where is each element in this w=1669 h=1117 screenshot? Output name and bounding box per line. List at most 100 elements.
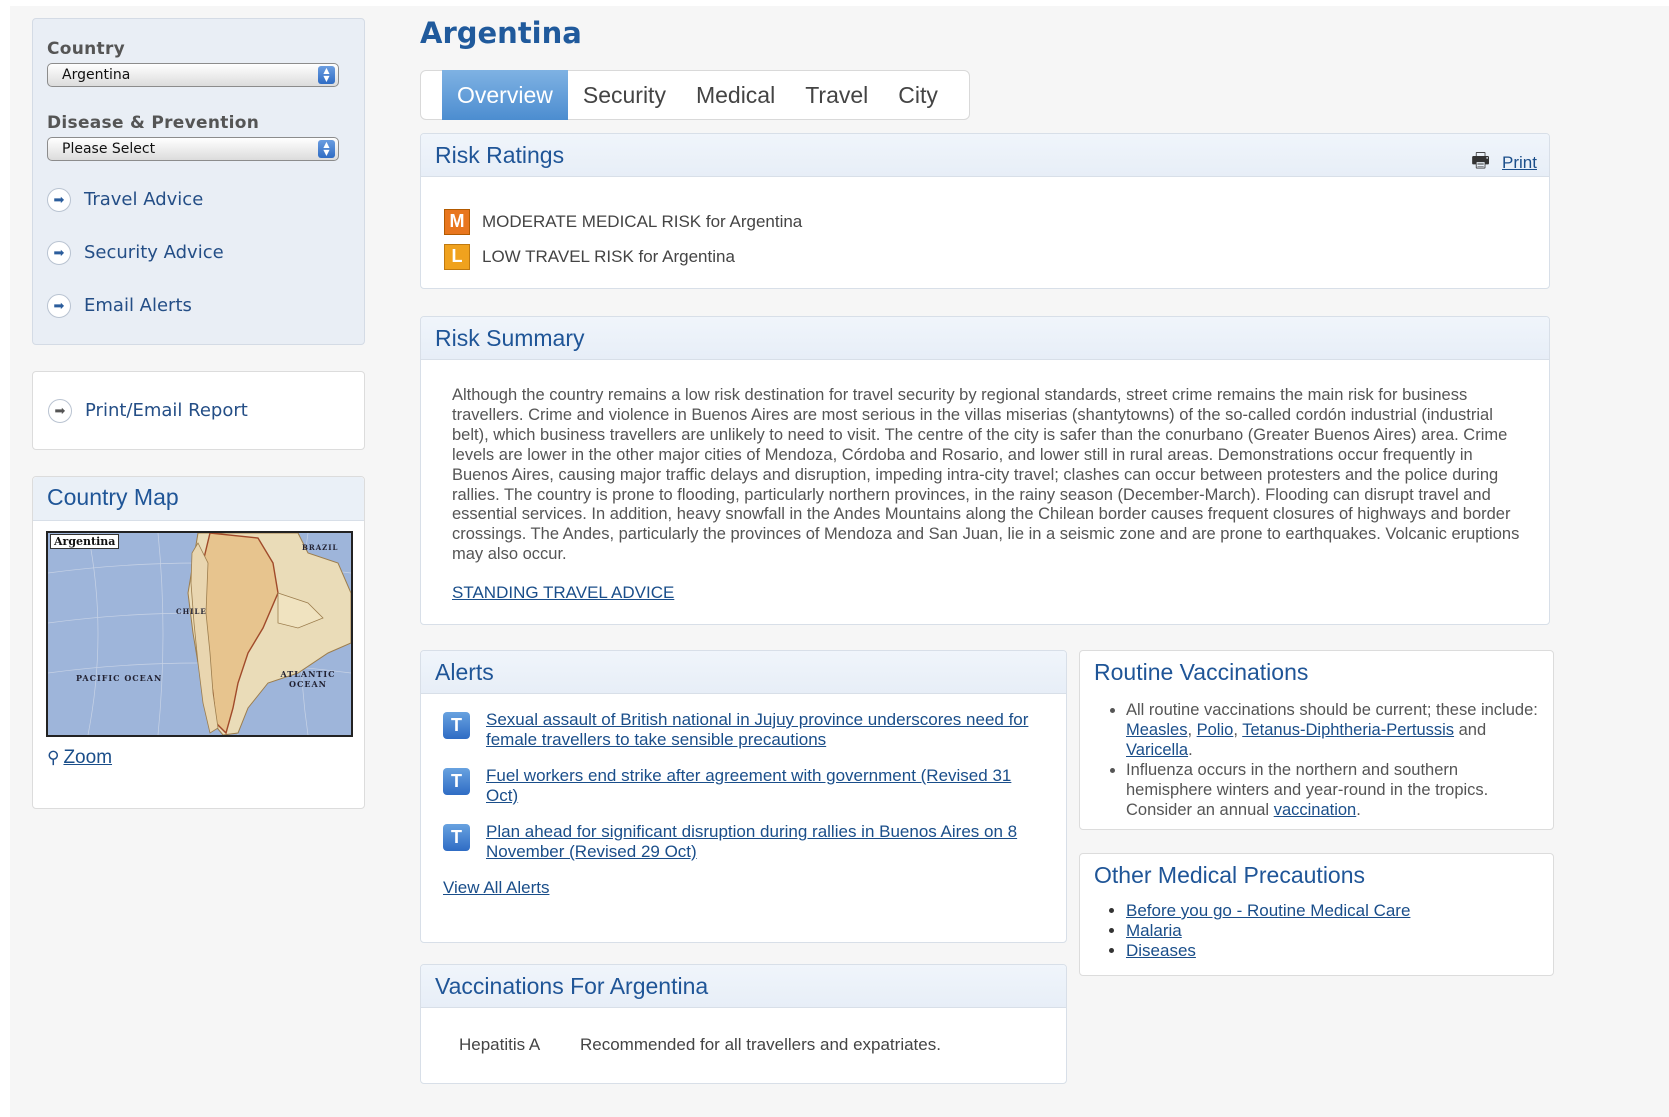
alerts-panel: Alerts T Sexual assault of British natio… xyxy=(420,650,1067,943)
risk-ratings-title: Risk Ratings xyxy=(435,142,565,168)
risk-summary-title: Risk Summary xyxy=(421,317,1549,360)
map-label-atlantic: ATLANTIC OCEAN xyxy=(280,669,336,689)
risk-list: M MODERATE MEDICAL RISK for Argentina L … xyxy=(421,177,1549,274)
diseases-link[interactable]: Diseases xyxy=(1126,941,1196,960)
risk-text: LOW TRAVEL RISK for Argentina xyxy=(482,246,735,266)
list-item: Malaria xyxy=(1126,921,1539,941)
sidebar-link-email-alerts[interactable]: ➡ Email Alerts xyxy=(47,279,349,332)
malaria-link[interactable]: Malaria xyxy=(1126,921,1182,940)
risk-item-medical: M MODERATE MEDICAL RISK for Argentina xyxy=(444,204,1549,239)
arrow-right-circle-icon: ➡ xyxy=(47,187,71,212)
travel-alert-badge: T xyxy=(443,824,470,851)
polio-link[interactable]: Polio xyxy=(1197,721,1234,739)
risk-ratings-header: Risk Ratings 🖶 Print xyxy=(421,134,1549,177)
other-precautions-title: Other Medical Precautions xyxy=(1094,862,1366,888)
vaccination-text: Recommended for all travellers and expat… xyxy=(580,1035,941,1054)
print-link[interactable]: Print xyxy=(1502,153,1537,173)
tab-travel[interactable]: Travel xyxy=(790,70,883,120)
print-control[interactable]: 🖶 Print xyxy=(1471,146,1537,180)
vaccination-row: Hepatitis A Recommended for all travelle… xyxy=(421,1008,1066,1055)
report-panel: ➡ Print/Email Report xyxy=(32,371,365,450)
routine-medical-care-link[interactable]: Before you go - Routine Medical Care xyxy=(1126,901,1410,920)
sentence-end: . xyxy=(1188,741,1193,759)
map-label-chile: CHILE xyxy=(176,607,207,616)
risk-badge: L xyxy=(444,243,470,270)
page-title: Argentina xyxy=(420,16,582,50)
vaccinations-panel: Vaccinations For Argentina Hepatitis A R… xyxy=(420,964,1067,1084)
arrow-right-circle-icon: ➡ xyxy=(48,398,72,423)
alert-item: T Fuel workers end strike after agreemen… xyxy=(443,766,1066,806)
magnifier-icon: ⚲ xyxy=(47,748,60,767)
filter-panel: Country Argentina ▲ ▼ Disease & Preventio… xyxy=(32,18,365,345)
varicella-link[interactable]: Varicella xyxy=(1126,741,1188,759)
view-all-alerts-link[interactable]: View All Alerts xyxy=(443,878,1066,898)
zoom-link[interactable]: Zoom xyxy=(63,747,112,769)
risk-badge: M xyxy=(444,208,470,235)
arrow-right-circle-icon: ➡ xyxy=(47,240,71,265)
sentence-end: . xyxy=(1356,801,1361,819)
country-map-title: Country Map xyxy=(33,477,364,521)
risk-summary-text: Although the country remains a low risk … xyxy=(452,386,1520,564)
risk-text: MODERATE MEDICAL RISK for Argentina xyxy=(482,211,803,231)
disease-label: Disease & Prevention xyxy=(47,113,260,133)
country-label: Country xyxy=(47,39,126,59)
select-arrows-icon: ▲ ▼ xyxy=(318,66,335,84)
country-map-panel: Country Map Argentina PACIFIC OCEAN ATLA… xyxy=(32,476,365,809)
map-country-tag: Argentina xyxy=(50,534,120,549)
country-map-image[interactable]: Argentina PACIFIC OCEAN ATLANTIC OCEAN C… xyxy=(46,531,353,737)
disease-select[interactable]: Please Select ▲ ▼ xyxy=(47,137,339,161)
tab-city[interactable]: City xyxy=(883,70,953,120)
risk-ratings-panel: Risk Ratings 🖶 Print M MODERATE MEDICAL … xyxy=(420,133,1550,289)
zoom-control[interactable]: ⚲ Zoom xyxy=(47,747,364,769)
arrow-right-circle-icon: ➡ xyxy=(47,293,71,318)
sidebar-link-label[interactable]: Security Advice xyxy=(84,242,224,263)
sidebar-link-label[interactable]: Travel Advice xyxy=(84,189,203,210)
vaccinations-title: Vaccinations For Argentina xyxy=(421,965,1066,1008)
print-email-report-link[interactable]: Print/Email Report xyxy=(85,400,248,421)
sidebar-link-security-advice[interactable]: ➡ Security Advice xyxy=(47,226,349,279)
tab-overview[interactable]: Overview xyxy=(442,70,568,120)
country-select[interactable]: Argentina ▲ ▼ xyxy=(47,63,339,87)
tab-bar: Overview Security Medical Travel City xyxy=(420,70,970,120)
list-item: Diseases xyxy=(1126,941,1539,961)
list-item: All routine vaccinations should be curre… xyxy=(1126,700,1539,760)
travel-alert-badge: T xyxy=(443,712,470,739)
link-separator: , xyxy=(1233,721,1243,739)
alert-item: T Plan ahead for significant disruption … xyxy=(443,822,1066,862)
tab-security[interactable]: Security xyxy=(568,70,681,120)
vaccination-name: Hepatitis A xyxy=(459,1035,541,1054)
travel-alert-badge: T xyxy=(443,768,470,795)
list-item: Influenza occurs in the northern and sou… xyxy=(1126,760,1539,820)
printer-icon: 🖶 xyxy=(1471,150,1491,172)
risk-item-travel: L LOW TRAVEL RISK for Argentina xyxy=(444,239,1549,274)
standing-travel-advice-link[interactable]: STANDING TRAVEL ADVICE xyxy=(452,583,1549,603)
routine-vaccinations-panel: Routine Vaccinations All routine vaccina… xyxy=(1079,650,1554,830)
routine-vaccinations-title: Routine Vaccinations xyxy=(1094,659,1309,685)
sidebar-link-travel-advice[interactable]: ➡ Travel Advice xyxy=(47,173,349,226)
alert-link[interactable]: Plan ahead for significant disruption du… xyxy=(486,822,1046,862)
disease-select-value: Please Select xyxy=(62,141,156,157)
tab-medical[interactable]: Medical xyxy=(681,70,790,120)
link-separator: , xyxy=(1187,721,1197,739)
select-arrows-icon: ▲ ▼ xyxy=(318,140,335,158)
alert-item: T Sexual assault of British national in … xyxy=(443,710,1066,750)
main-content: Argentina Overview Security Medical Trav… xyxy=(420,6,1560,1084)
left-sidebar: Country Argentina ▲ ▼ Disease & Preventio… xyxy=(32,18,365,809)
other-precautions-list: Before you go - Routine Medical Care Mal… xyxy=(1080,889,1553,961)
alert-link[interactable]: Fuel workers end strike after agreement … xyxy=(486,766,1046,806)
alert-link[interactable]: Sexual assault of British national in Ju… xyxy=(486,710,1046,750)
other-medical-precautions-panel: Other Medical Precautions Before you go … xyxy=(1079,853,1554,976)
measles-link[interactable]: Measles xyxy=(1126,721,1187,739)
vaccination-link[interactable]: vaccination xyxy=(1274,801,1357,819)
sidebar-link-label[interactable]: Email Alerts xyxy=(84,295,192,316)
list-item: Before you go - Routine Medical Care xyxy=(1126,901,1539,921)
map-label-brazil: BRAZIL xyxy=(302,543,339,552)
country-select-value: Argentina xyxy=(62,67,131,83)
map-graphic xyxy=(48,533,351,735)
tetanus-link[interactable]: Tetanus-Diphtheria-Pertussis xyxy=(1242,721,1454,739)
risk-summary-panel: Risk Summary Although the country remain… xyxy=(420,316,1550,625)
alerts-list: T Sexual assault of British national in … xyxy=(421,694,1066,862)
routine-vaccinations-list: All routine vaccinations should be curre… xyxy=(1080,686,1553,820)
map-label-pacific: PACIFIC OCEAN xyxy=(76,673,163,683)
link-separator-and: and xyxy=(1454,721,1487,739)
